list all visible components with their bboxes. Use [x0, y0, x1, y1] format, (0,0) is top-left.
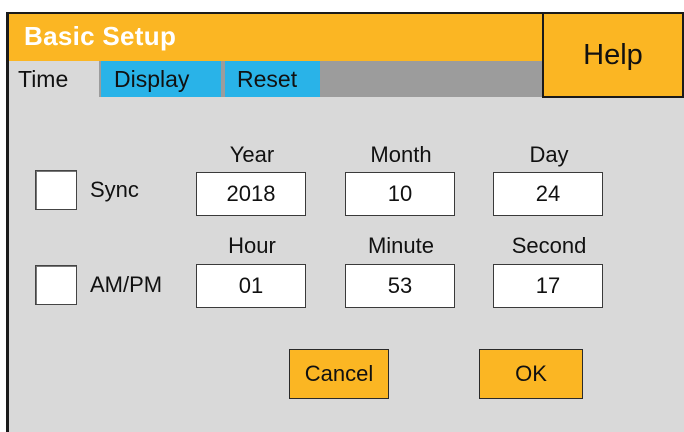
month-label: Month [370, 142, 432, 167]
tab-display[interactable]: Display [101, 61, 221, 97]
second-label: Second [511, 233, 587, 258]
help-button[interactable]: Help [542, 12, 684, 98]
year-label: Year [229, 142, 275, 167]
cancel-button[interactable]: Cancel [289, 349, 389, 399]
month-field[interactable]: 10 [345, 172, 455, 216]
window-title: Basic Setup [24, 21, 177, 51]
minute-field[interactable]: 53 [345, 264, 455, 308]
day-field[interactable]: 24 [493, 172, 603, 216]
ampm-label: AM/PM [90, 272, 163, 297]
ampm-checkbox[interactable] [35, 265, 77, 305]
year-field[interactable]: 2018 [196, 172, 306, 216]
ok-button[interactable]: OK [479, 349, 583, 399]
sync-label: Sync [90, 177, 139, 202]
second-field[interactable]: 17 [493, 264, 603, 308]
hour-field[interactable]: 01 [196, 264, 306, 308]
hour-label: Hour [228, 233, 276, 258]
tab-time[interactable]: Time [9, 61, 99, 97]
day-label: Day [529, 142, 569, 167]
sync-checkbox[interactable] [35, 170, 77, 210]
minute-label: Minute [367, 233, 435, 258]
tab-reset[interactable]: Reset [225, 61, 320, 97]
